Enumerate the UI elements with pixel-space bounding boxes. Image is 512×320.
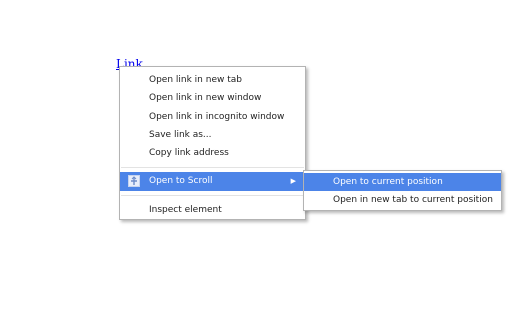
menu-item-label: Open link in new tab	[149, 75, 242, 85]
menu-item-inspect-element[interactable]: Inspect element	[120, 201, 305, 219]
menu-item-open-new-tab[interactable]: Open link in new tab	[120, 71, 305, 89]
menu-separator	[121, 166, 304, 168]
submenu-item-open-current-position[interactable]: Open to current position	[304, 173, 501, 191]
submenu-arrow-icon: ▶	[290, 177, 296, 186]
menu-item-open-to-scroll[interactable]: Open to Scroll ▶	[120, 172, 305, 191]
menu-item-save-link[interactable]: Save link as...	[120, 126, 305, 144]
menu-item-open-new-window[interactable]: Open link in new window	[120, 89, 305, 107]
submenu-item-open-new-tab-current-position[interactable]: Open in new tab to current position	[304, 191, 501, 209]
menu-item-label: Inspect element	[149, 204, 222, 215]
menu-item-copy-link[interactable]: Copy link address	[120, 144, 305, 162]
menu-item-label: Open to current position	[333, 177, 443, 187]
menu-item-label: Open link in incognito window	[149, 111, 285, 122]
menu-item-label: Open to Scroll	[149, 176, 213, 187]
page: Link Open link in new tab Open link in n…	[0, 0, 512, 320]
menu-item-label: Open link in new window	[149, 93, 262, 104]
menu-separator	[121, 195, 304, 197]
context-menu: Open link in new tab Open link in new wi…	[119, 66, 306, 220]
menu-item-label: Copy link address	[149, 148, 229, 159]
extension-icon	[128, 175, 140, 188]
menu-item-label: Save link as...	[149, 129, 212, 140]
menu-item-label: Open in new tab to current position	[333, 195, 493, 205]
submenu: Open to current position Open in new tab…	[303, 170, 502, 211]
menu-item-open-incognito[interactable]: Open link in incognito window	[120, 108, 305, 126]
